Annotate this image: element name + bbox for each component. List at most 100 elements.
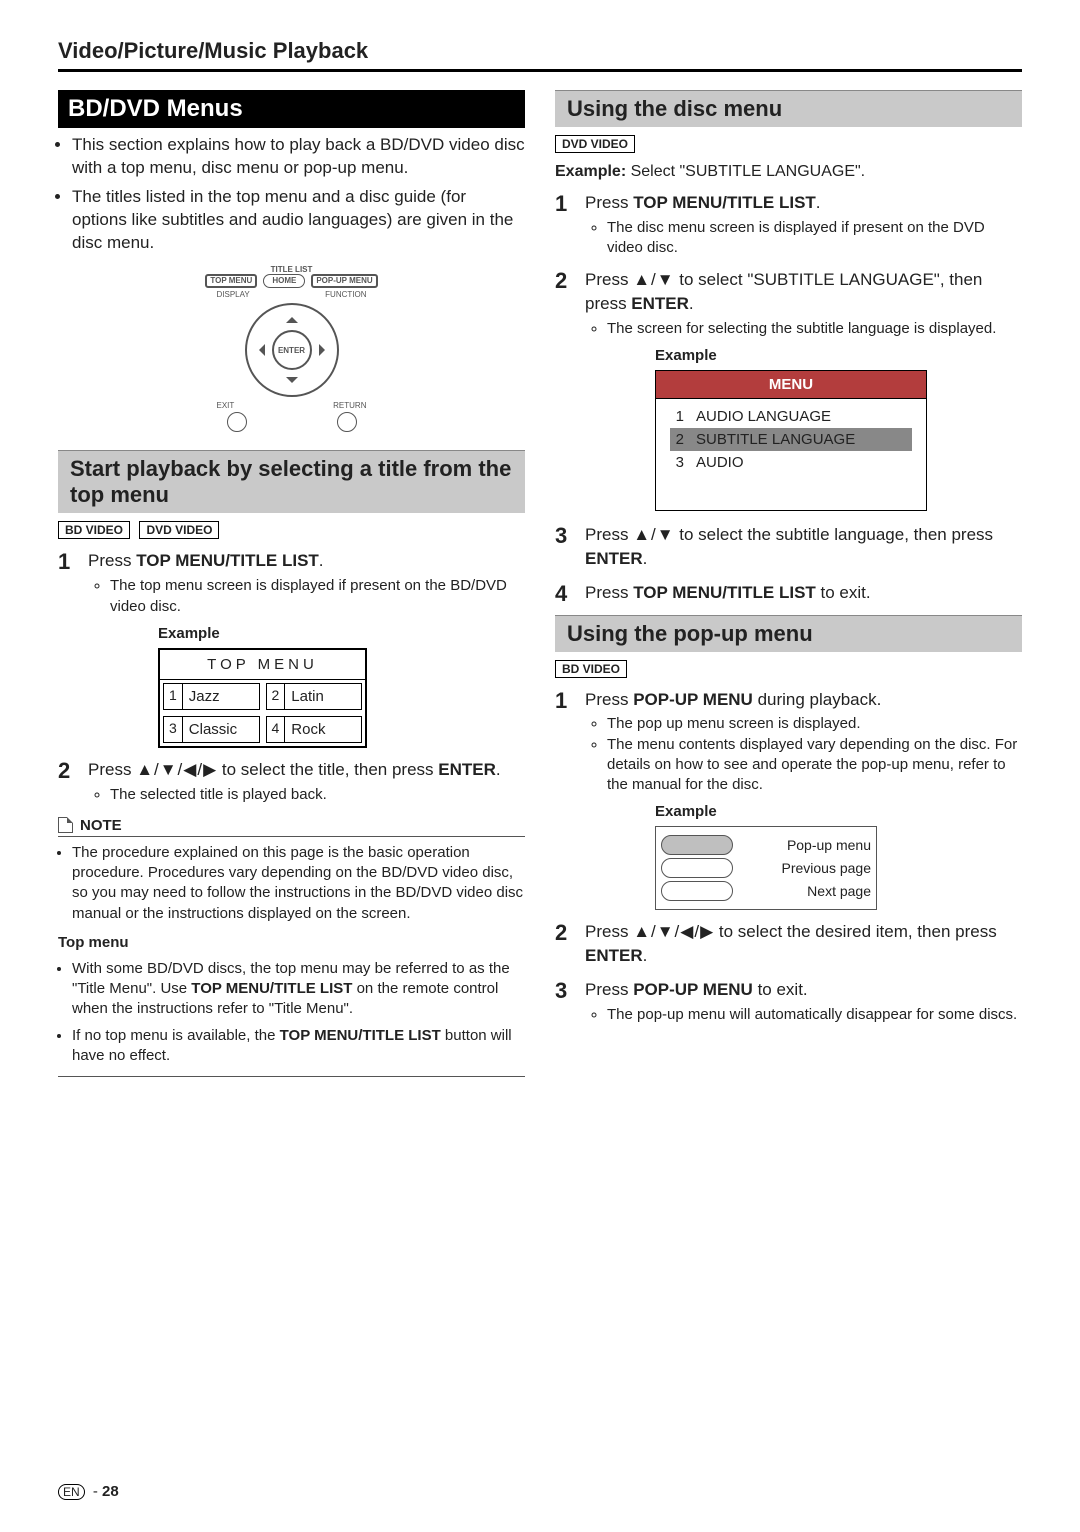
remote-button-top-menu: TOP MENU bbox=[205, 274, 257, 289]
step-text: to select the desired item, then press bbox=[714, 922, 997, 941]
step-text: . bbox=[496, 760, 501, 779]
popup-label: Pop-up menu bbox=[741, 836, 871, 856]
top-menu-title: TOP MENU bbox=[160, 650, 365, 680]
arrows-icon: ▲/▼/◀/▶ bbox=[136, 760, 217, 779]
step-text: Press bbox=[585, 270, 633, 289]
arrows-icon: ▲/▼/◀/▶ bbox=[633, 922, 714, 941]
step-item: Press ▲/▼/◀/▶ to select the desired item… bbox=[555, 920, 1022, 968]
top-menu-subhead: Top menu bbox=[58, 934, 525, 953]
document-icon bbox=[58, 817, 73, 833]
cell-text: Latin bbox=[285, 684, 361, 709]
step-item: Press ▲/▼ to select the subtitle languag… bbox=[555, 523, 1022, 571]
note-item: With some BD/DVD discs, the top menu may… bbox=[72, 959, 525, 1020]
dpad-down-icon bbox=[286, 377, 298, 389]
remote-label-title-list: TITLE LIST bbox=[202, 265, 382, 274]
cell-num: 3 bbox=[164, 717, 183, 742]
step-text: . bbox=[689, 294, 694, 313]
step-text: to select the subtitle language, then pr… bbox=[675, 525, 993, 544]
step-item: Press TOP MENU/TITLE LIST. The top menu … bbox=[58, 549, 525, 747]
step-sub: The menu contents displayed vary dependi… bbox=[607, 735, 1022, 796]
top-menu-cell: 4Rock bbox=[266, 716, 363, 743]
step-sub: The top menu screen is displayed if pres… bbox=[110, 576, 525, 617]
menu-num: 3 bbox=[670, 452, 684, 473]
step-text: . bbox=[643, 946, 648, 965]
dpad-up-icon bbox=[286, 311, 298, 323]
section-heading-start-playback: Start playback by selecting a title from… bbox=[58, 450, 525, 513]
note-bold: TOP MENU/TITLE LIST bbox=[280, 1027, 441, 1044]
badge-bd-video: BD VIDEO bbox=[555, 660, 627, 678]
step-item: Press ▲/▼/◀/▶ to select the title, then … bbox=[58, 758, 525, 805]
step-bold: POP-UP MENU bbox=[633, 690, 753, 709]
menu-text: SUBTITLE LANGUAGE bbox=[696, 429, 855, 450]
note-list: The procedure explained on this page is … bbox=[72, 843, 525, 924]
intro-item: This section explains how to play back a… bbox=[72, 134, 525, 180]
menu-item-selected: 2SUBTITLE LANGUAGE bbox=[670, 428, 912, 451]
format-badges: BD VIDEO bbox=[555, 660, 1022, 678]
steps-list: Press TOP MENU/TITLE LIST. The disc menu… bbox=[555, 191, 1022, 605]
steps-list: Press POP-UP MENU during playback. The p… bbox=[555, 688, 1022, 1025]
popup-row: Previous page bbox=[661, 858, 871, 878]
note-heading: NOTE bbox=[58, 817, 525, 837]
remote-label-exit: EXIT bbox=[217, 401, 235, 410]
menu-num: 1 bbox=[670, 406, 684, 427]
step-sub: The selected title is played back. bbox=[110, 785, 525, 805]
popup-menu-example: Pop-up menu Previous page Next page bbox=[655, 826, 877, 910]
example-intro-text: Select "SUBTITLE LANGUAGE". bbox=[626, 163, 865, 180]
step-text: Press bbox=[585, 583, 633, 602]
language-marker: EN bbox=[58, 1484, 85, 1500]
step-bold: ENTER bbox=[585, 549, 643, 568]
note-label: NOTE bbox=[80, 817, 122, 834]
remote-button-popup-menu: POP-UP MENU bbox=[311, 274, 377, 289]
example-label: Example bbox=[655, 345, 1022, 366]
popup-row: Pop-up menu bbox=[661, 835, 871, 855]
format-badges: BD VIDEO DVD VIDEO bbox=[58, 521, 525, 539]
cell-text: Rock bbox=[285, 717, 361, 742]
popup-label: Previous page bbox=[741, 859, 871, 879]
step-bold: TOP MENU/TITLE LIST bbox=[136, 551, 319, 570]
top-menu-notes: With some BD/DVD discs, the top menu may… bbox=[72, 959, 525, 1066]
example-label: Example bbox=[158, 623, 525, 644]
two-column-layout: BD/DVD Menus This section explains how t… bbox=[58, 90, 1022, 1077]
step-item: Press TOP MENU/TITLE LIST to exit. bbox=[555, 581, 1022, 605]
remote-return-button-icon bbox=[337, 412, 357, 432]
example-intro-bold: Example: bbox=[555, 163, 626, 180]
step-item: Press POP-UP MENU during playback. The p… bbox=[555, 688, 1022, 911]
step-text: Press bbox=[88, 760, 136, 779]
step-sub: The pop-up menu will automatically disap… bbox=[607, 1005, 1022, 1025]
note-text: If no top menu is available, the bbox=[72, 1027, 280, 1044]
step-sub: The screen for selecting the subtitle la… bbox=[607, 319, 1022, 339]
note-bold: TOP MENU/TITLE LIST bbox=[191, 980, 352, 997]
popup-row: Next page bbox=[661, 881, 871, 901]
top-menu-cell: 1Jazz bbox=[163, 683, 260, 710]
menu-text: AUDIO bbox=[696, 452, 744, 473]
step-item: Press ▲/▼ to select "SUBTITLE LANGUAGE",… bbox=[555, 268, 1022, 511]
format-badges: DVD VIDEO bbox=[555, 135, 1022, 153]
remote-label-display: DISPLAY bbox=[217, 290, 250, 299]
popup-button-icon bbox=[661, 835, 733, 855]
step-text: . bbox=[643, 549, 648, 568]
disc-menu-title: MENU bbox=[656, 371, 926, 399]
page-number: 28 bbox=[102, 1483, 119, 1500]
menu-item: 1AUDIO LANGUAGE bbox=[670, 405, 912, 428]
step-text: during playback. bbox=[753, 690, 882, 709]
intro-list: This section explains how to play back a… bbox=[72, 134, 525, 255]
badge-bd-video: BD VIDEO bbox=[58, 521, 130, 539]
remote-button-enter: ENTER bbox=[272, 330, 312, 370]
remote-button-home: HOME bbox=[263, 274, 305, 289]
remote-exit-button-icon bbox=[227, 412, 247, 432]
note-item: The procedure explained on this page is … bbox=[72, 843, 525, 924]
badge-dvd-video: DVD VIDEO bbox=[555, 135, 635, 153]
top-menu-cell: 3Classic bbox=[163, 716, 260, 743]
step-bold: ENTER bbox=[438, 760, 496, 779]
badge-dvd-video: DVD VIDEO bbox=[139, 521, 219, 539]
step-text: Press bbox=[585, 525, 633, 544]
section-heading-bd-dvd-menus: BD/DVD Menus bbox=[58, 90, 525, 128]
intro-item: The titles listed in the top menu and a … bbox=[72, 186, 525, 255]
step-text: to exit. bbox=[753, 980, 808, 999]
example-intro: Example: Select "SUBTITLE LANGUAGE". bbox=[555, 163, 1022, 181]
top-menu-cell: 2Latin bbox=[266, 683, 363, 710]
note-item: If no top menu is available, the TOP MEN… bbox=[72, 1026, 525, 1067]
page-footer: EN - 28 bbox=[58, 1483, 119, 1500]
remote-label-function: FUNCTION bbox=[325, 290, 366, 299]
cell-num: 2 bbox=[267, 684, 286, 709]
